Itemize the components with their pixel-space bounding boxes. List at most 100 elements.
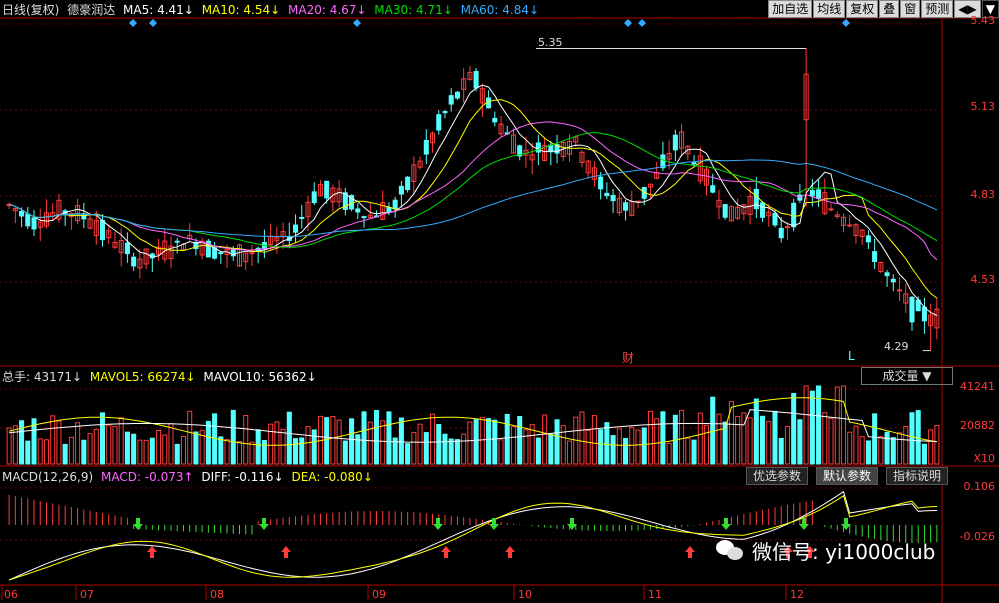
volume-bar (903, 425, 909, 465)
volume-header: 总手: 43171↓ MAVOL5: 66274↓ MAVOL10: 56362… (2, 369, 321, 385)
event-marker-icon (842, 19, 850, 27)
candle-body (448, 95, 454, 105)
volume-bar (87, 433, 93, 465)
buy-arrow-icon (147, 546, 157, 558)
window-button[interactable]: 窗 (900, 0, 921, 18)
volume-bar (616, 428, 622, 465)
sell-arrow-icon (721, 518, 731, 530)
volume-bar (760, 415, 766, 465)
volume-bar (417, 423, 423, 465)
volume-bar (822, 412, 828, 465)
volume-bar (772, 410, 778, 465)
volume-bar (224, 438, 230, 465)
date-label: 07 (80, 588, 94, 601)
candle-body (131, 256, 137, 267)
volume-bar (791, 393, 797, 465)
overlay-button[interactable]: 叠 (879, 0, 900, 18)
candle-body (492, 117, 498, 123)
volume-bar (828, 418, 834, 465)
volume-bar (454, 439, 460, 465)
date-label: 09 (372, 588, 386, 601)
watermark-text: 微信号: yi1000club (752, 540, 936, 564)
volume-bar (585, 429, 591, 465)
volume-bar (118, 417, 124, 465)
volume-bar (554, 419, 560, 465)
ma30-line (8, 131, 938, 248)
volume-bar (847, 431, 853, 465)
buy-arrow-icon (281, 546, 291, 558)
volume-bar (168, 423, 174, 465)
candle-body (454, 91, 460, 99)
volume-bar (99, 412, 106, 465)
candle-body (361, 216, 367, 219)
volume-bar (442, 433, 448, 465)
candle-body (174, 240, 180, 243)
volume-bar (249, 441, 255, 465)
volume-bar (921, 443, 927, 465)
volume-bar (865, 440, 871, 465)
price-tick: 4.53 (970, 273, 996, 286)
candle-body (355, 208, 361, 213)
volume-bar (361, 411, 367, 465)
volume-bar (909, 412, 915, 465)
candle-body (847, 224, 853, 227)
candle-body (299, 216, 305, 219)
candle-body (816, 189, 822, 200)
date-label: 12 (790, 588, 804, 601)
sell-arrow-icon (799, 518, 809, 530)
volume-bar (840, 385, 847, 465)
l-marker[interactable]: L (848, 349, 855, 363)
candle-body (610, 194, 616, 202)
ma60-value: MA60: 4.84↓ (460, 3, 540, 17)
volume-bar (43, 439, 49, 465)
volume-type-select[interactable]: 成交量 ▼ (861, 367, 953, 385)
candle-body (691, 162, 697, 165)
ma30-value: MA30: 4.71↓ (374, 3, 453, 17)
ma-header: 日线(复权) 德豪润达 MA5: 4.41↓ MA10: 4.54↓ MA20:… (2, 2, 543, 18)
candle-body (31, 217, 37, 230)
event-marker-icon (353, 19, 361, 27)
volume-bar (336, 419, 342, 465)
kline-chart[interactable] (0, 0, 999, 603)
candle-body (872, 251, 878, 263)
volume-bar (143, 439, 149, 465)
candle-body (890, 278, 896, 283)
financial-report-marker[interactable]: 财 (622, 349, 634, 366)
event-marker-icon (129, 19, 137, 27)
volume-bar (523, 429, 529, 465)
tab-default-params[interactable]: 默认参数 (816, 467, 879, 485)
ma20-value: MA20: 4.67↓ (288, 3, 367, 17)
volume-bar (355, 434, 361, 465)
candle-body (778, 227, 784, 239)
ma5-value: MA5: 4.41↓ (123, 3, 194, 17)
volume-bar (386, 411, 392, 465)
candle-body (784, 226, 790, 229)
candle-body (392, 199, 398, 210)
sell-arrow-icon (259, 518, 269, 530)
tab-preferred-params[interactable]: 优选参数 (746, 467, 809, 485)
tab-indicator-help[interactable]: 指标说明 (886, 467, 949, 485)
candle-body (672, 134, 678, 151)
add-favorite-button[interactable]: 加自选 (768, 0, 813, 18)
ma-lines-button[interactable]: 均线 (813, 0, 846, 18)
volume-bar (716, 413, 722, 465)
volume-bar (479, 416, 485, 465)
candle-body (791, 202, 797, 228)
volume-bar (342, 440, 348, 465)
ma10-value: MA10: 4.54↓ (201, 3, 281, 17)
sell-arrow-icon (433, 518, 443, 530)
period-label: 日线(复权) (2, 3, 60, 17)
macd-header: MACD(12,26,9) MACD: -0.073↑ DIFF: -0.116… (2, 469, 377, 485)
volume-bar (542, 414, 548, 465)
date-label: 10 (518, 588, 532, 601)
volume-bar (62, 443, 68, 465)
volume-bar (697, 412, 703, 465)
date-label: 06 (4, 588, 18, 601)
volume-bar (816, 385, 822, 465)
volume-bar (411, 431, 417, 465)
volume-bar (654, 418, 660, 465)
adjust-button[interactable]: 复权 (846, 0, 879, 18)
sell-arrow-icon (489, 518, 499, 530)
forecast-button[interactable]: 预测 (921, 0, 954, 18)
volume-bar (106, 424, 112, 465)
